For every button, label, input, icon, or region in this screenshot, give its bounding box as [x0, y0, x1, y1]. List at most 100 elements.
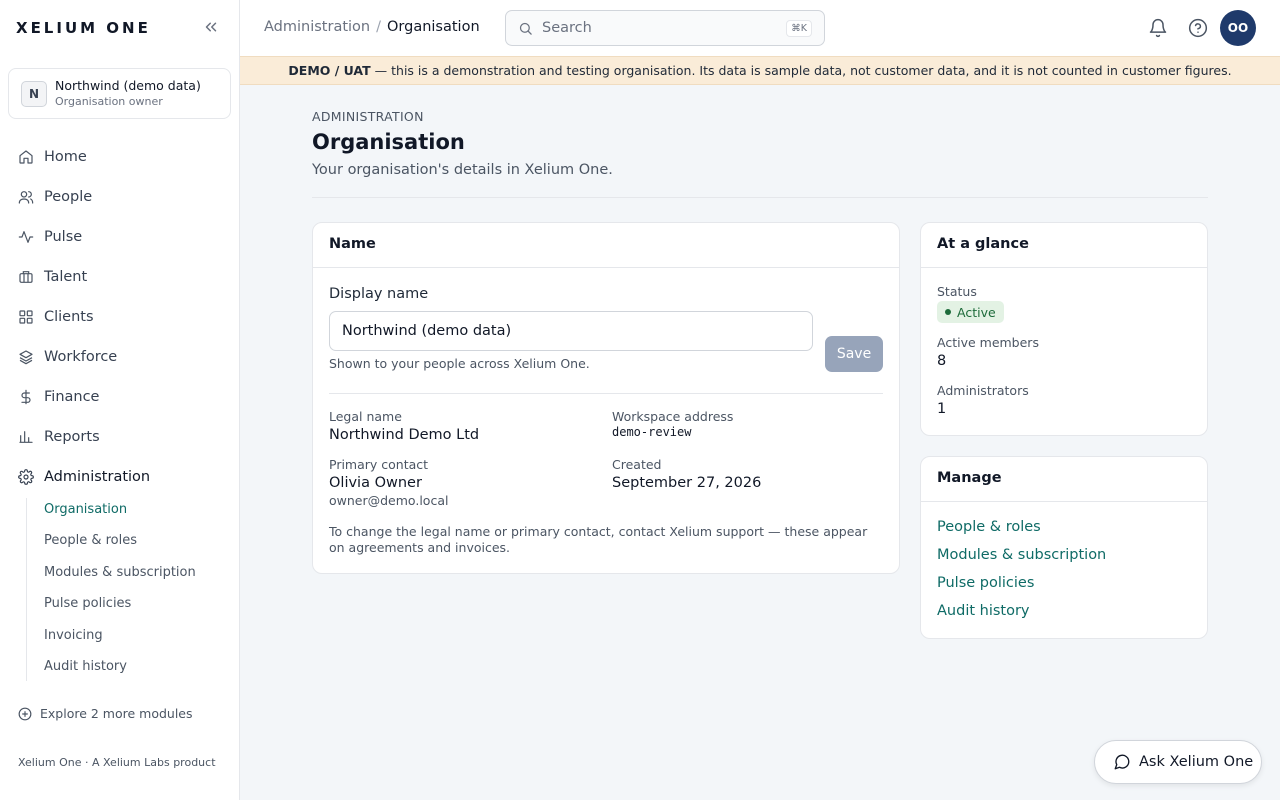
- nav-workforce-label: Workforce: [44, 349, 118, 365]
- nav-talent[interactable]: Talent: [8, 261, 231, 293]
- ask-assistant-button[interactable]: Ask Xelium One: [1094, 740, 1262, 784]
- manage-card: Manage People & roles Modules & subscrip…: [920, 456, 1208, 639]
- name-card: Name Display name Save Shown to your peo…: [312, 222, 900, 574]
- ask-assistant-label: Ask Xelium One: [1139, 754, 1254, 770]
- at-a-glance-title: At a glance: [921, 223, 1207, 268]
- at-a-glance-card: At a glance Status Active Active members…: [920, 222, 1208, 436]
- user-avatar[interactable]: OO: [1220, 10, 1256, 46]
- search-shortcut: ⌘K: [786, 20, 812, 37]
- layers-icon: [19, 350, 33, 365]
- topbar: Administration / Organisation Search ⌘K OO: [240, 0, 1280, 56]
- support-note: To change the legal name or primary cont…: [329, 524, 868, 555]
- explore-modules-label: Explore 2 more modules: [40, 706, 193, 721]
- administrators-label: Administrators: [937, 383, 1029, 398]
- people-icon: [18, 191, 34, 204]
- save-button[interactable]: Save: [825, 336, 883, 372]
- status-dot-icon: [945, 309, 951, 315]
- name-card-divider: [329, 393, 883, 394]
- bell-icon[interactable]: [1148, 18, 1168, 38]
- subnav-invoicing[interactable]: Invoicing: [44, 628, 103, 643]
- chat-bubble-icon: [1114, 754, 1130, 770]
- sidebar-footer: Xelium One · A Xelium Labs product: [18, 756, 216, 769]
- nav-finance-label: Finance: [44, 389, 100, 405]
- created-value: September 27, 2026: [612, 475, 762, 491]
- bar-chart-icon: [19, 431, 33, 443]
- nav-talent-label: Talent: [44, 269, 88, 285]
- gear-icon: [18, 469, 34, 485]
- active-members-label: Active members: [937, 335, 1039, 350]
- status-value: Active: [957, 304, 996, 320]
- subnav-organisation[interactable]: Organisation: [44, 502, 127, 517]
- primary-contact-name: Olivia Owner: [329, 475, 422, 491]
- grid-icon: [19, 310, 33, 324]
- nav-workforce[interactable]: Workforce: [8, 341, 231, 373]
- status-label: Status: [937, 284, 977, 299]
- page-subtitle: Your organisation's details in Xelium On…: [312, 162, 613, 178]
- nav-finance[interactable]: Finance: [8, 381, 231, 413]
- nav-administration-label: Administration: [44, 469, 151, 485]
- divider: [312, 197, 1208, 198]
- primary-contact-email: owner@demo.local: [329, 493, 449, 508]
- subnav-people-roles[interactable]: People & roles: [44, 533, 137, 548]
- subnav-audit-history[interactable]: Audit history: [44, 659, 127, 674]
- manage-title: Manage: [921, 457, 1207, 502]
- nav-pulse[interactable]: Pulse: [8, 221, 231, 253]
- banner-tag: DEMO / UAT: [288, 63, 371, 78]
- display-name-label: Display name: [329, 286, 429, 302]
- manage-link-modules-subscription[interactable]: Modules & subscription: [937, 547, 1106, 563]
- explore-modules-link[interactable]: Explore 2 more modules: [18, 706, 193, 721]
- subnav-pulse-policies[interactable]: Pulse policies: [44, 596, 131, 611]
- plus-circle-icon: [18, 707, 32, 720]
- search-input[interactable]: Search ⌘K: [505, 10, 825, 46]
- org-avatar: N: [21, 81, 47, 107]
- breadcrumb-current: Organisation: [387, 19, 480, 35]
- breadcrumb-parent[interactable]: Administration: [264, 19, 370, 35]
- nav-pulse-label: Pulse: [44, 229, 83, 245]
- nav-home[interactable]: Home: [8, 141, 231, 173]
- administrators-value: 1: [937, 401, 947, 417]
- manage-link-pulse-policies[interactable]: Pulse policies: [937, 575, 1034, 591]
- org-name: Northwind (demo data): [55, 78, 201, 93]
- nav-home-label: Home: [44, 149, 87, 165]
- sidebar: XELIUM ONE N Northwind (demo data) Organ…: [0, 0, 240, 800]
- manage-link-audit-history[interactable]: Audit history: [937, 603, 1030, 619]
- page-title: Organisation: [312, 130, 465, 154]
- collapse-sidebar-icon[interactable]: [202, 18, 220, 36]
- nav-administration[interactable]: Administration: [8, 461, 231, 493]
- demo-banner: DEMO / UAT — this is a demonstration and…: [240, 56, 1280, 85]
- display-name-help: Shown to your people across Xelium One.: [329, 356, 590, 371]
- display-name-input[interactable]: [329, 311, 813, 351]
- org-switcher[interactable]: N Northwind (demo data) Organisation own…: [8, 68, 231, 119]
- nav-people-label: People: [44, 189, 93, 205]
- banner-text: — this is a demonstration and testing or…: [370, 63, 1232, 78]
- nav-people[interactable]: People: [8, 181, 231, 213]
- legal-name-value: Northwind Demo Ltd: [329, 427, 480, 443]
- subnav-guide-line: [26, 498, 27, 681]
- active-members-value: 8: [937, 353, 947, 369]
- legal-name-label: Legal name: [329, 409, 402, 424]
- breadcrumb-separator: /: [376, 19, 381, 35]
- workspace-address-label: Workspace address: [612, 409, 734, 424]
- help-icon[interactable]: [1188, 18, 1208, 38]
- nav-clients[interactable]: Clients: [8, 301, 231, 333]
- org-role: Organisation owner: [55, 95, 163, 108]
- brand-logo: XELIUM ONE: [16, 19, 151, 37]
- created-label: Created: [612, 457, 662, 472]
- name-card-title: Name: [313, 223, 899, 268]
- nav-reports-label: Reports: [44, 429, 100, 445]
- pulse-icon: [18, 231, 34, 243]
- dollar-icon: [21, 389, 31, 405]
- page-eyebrow: ADMINISTRATION: [312, 109, 424, 124]
- nav-reports[interactable]: Reports: [8, 421, 231, 453]
- primary-contact-label: Primary contact: [329, 457, 429, 472]
- search-icon: [519, 22, 532, 35]
- home-icon: [19, 150, 33, 164]
- briefcase-icon: [19, 271, 33, 283]
- subnav-modules-subscription[interactable]: Modules & subscription: [44, 565, 196, 580]
- status-badge: Active: [937, 301, 1004, 323]
- search-placeholder: Search: [542, 20, 592, 36]
- breadcrumb: Administration / Organisation: [264, 19, 480, 35]
- manage-link-people-roles[interactable]: People & roles: [937, 519, 1041, 535]
- workspace-address-value: demo-review: [612, 425, 692, 439]
- nav-clients-label: Clients: [44, 309, 94, 325]
